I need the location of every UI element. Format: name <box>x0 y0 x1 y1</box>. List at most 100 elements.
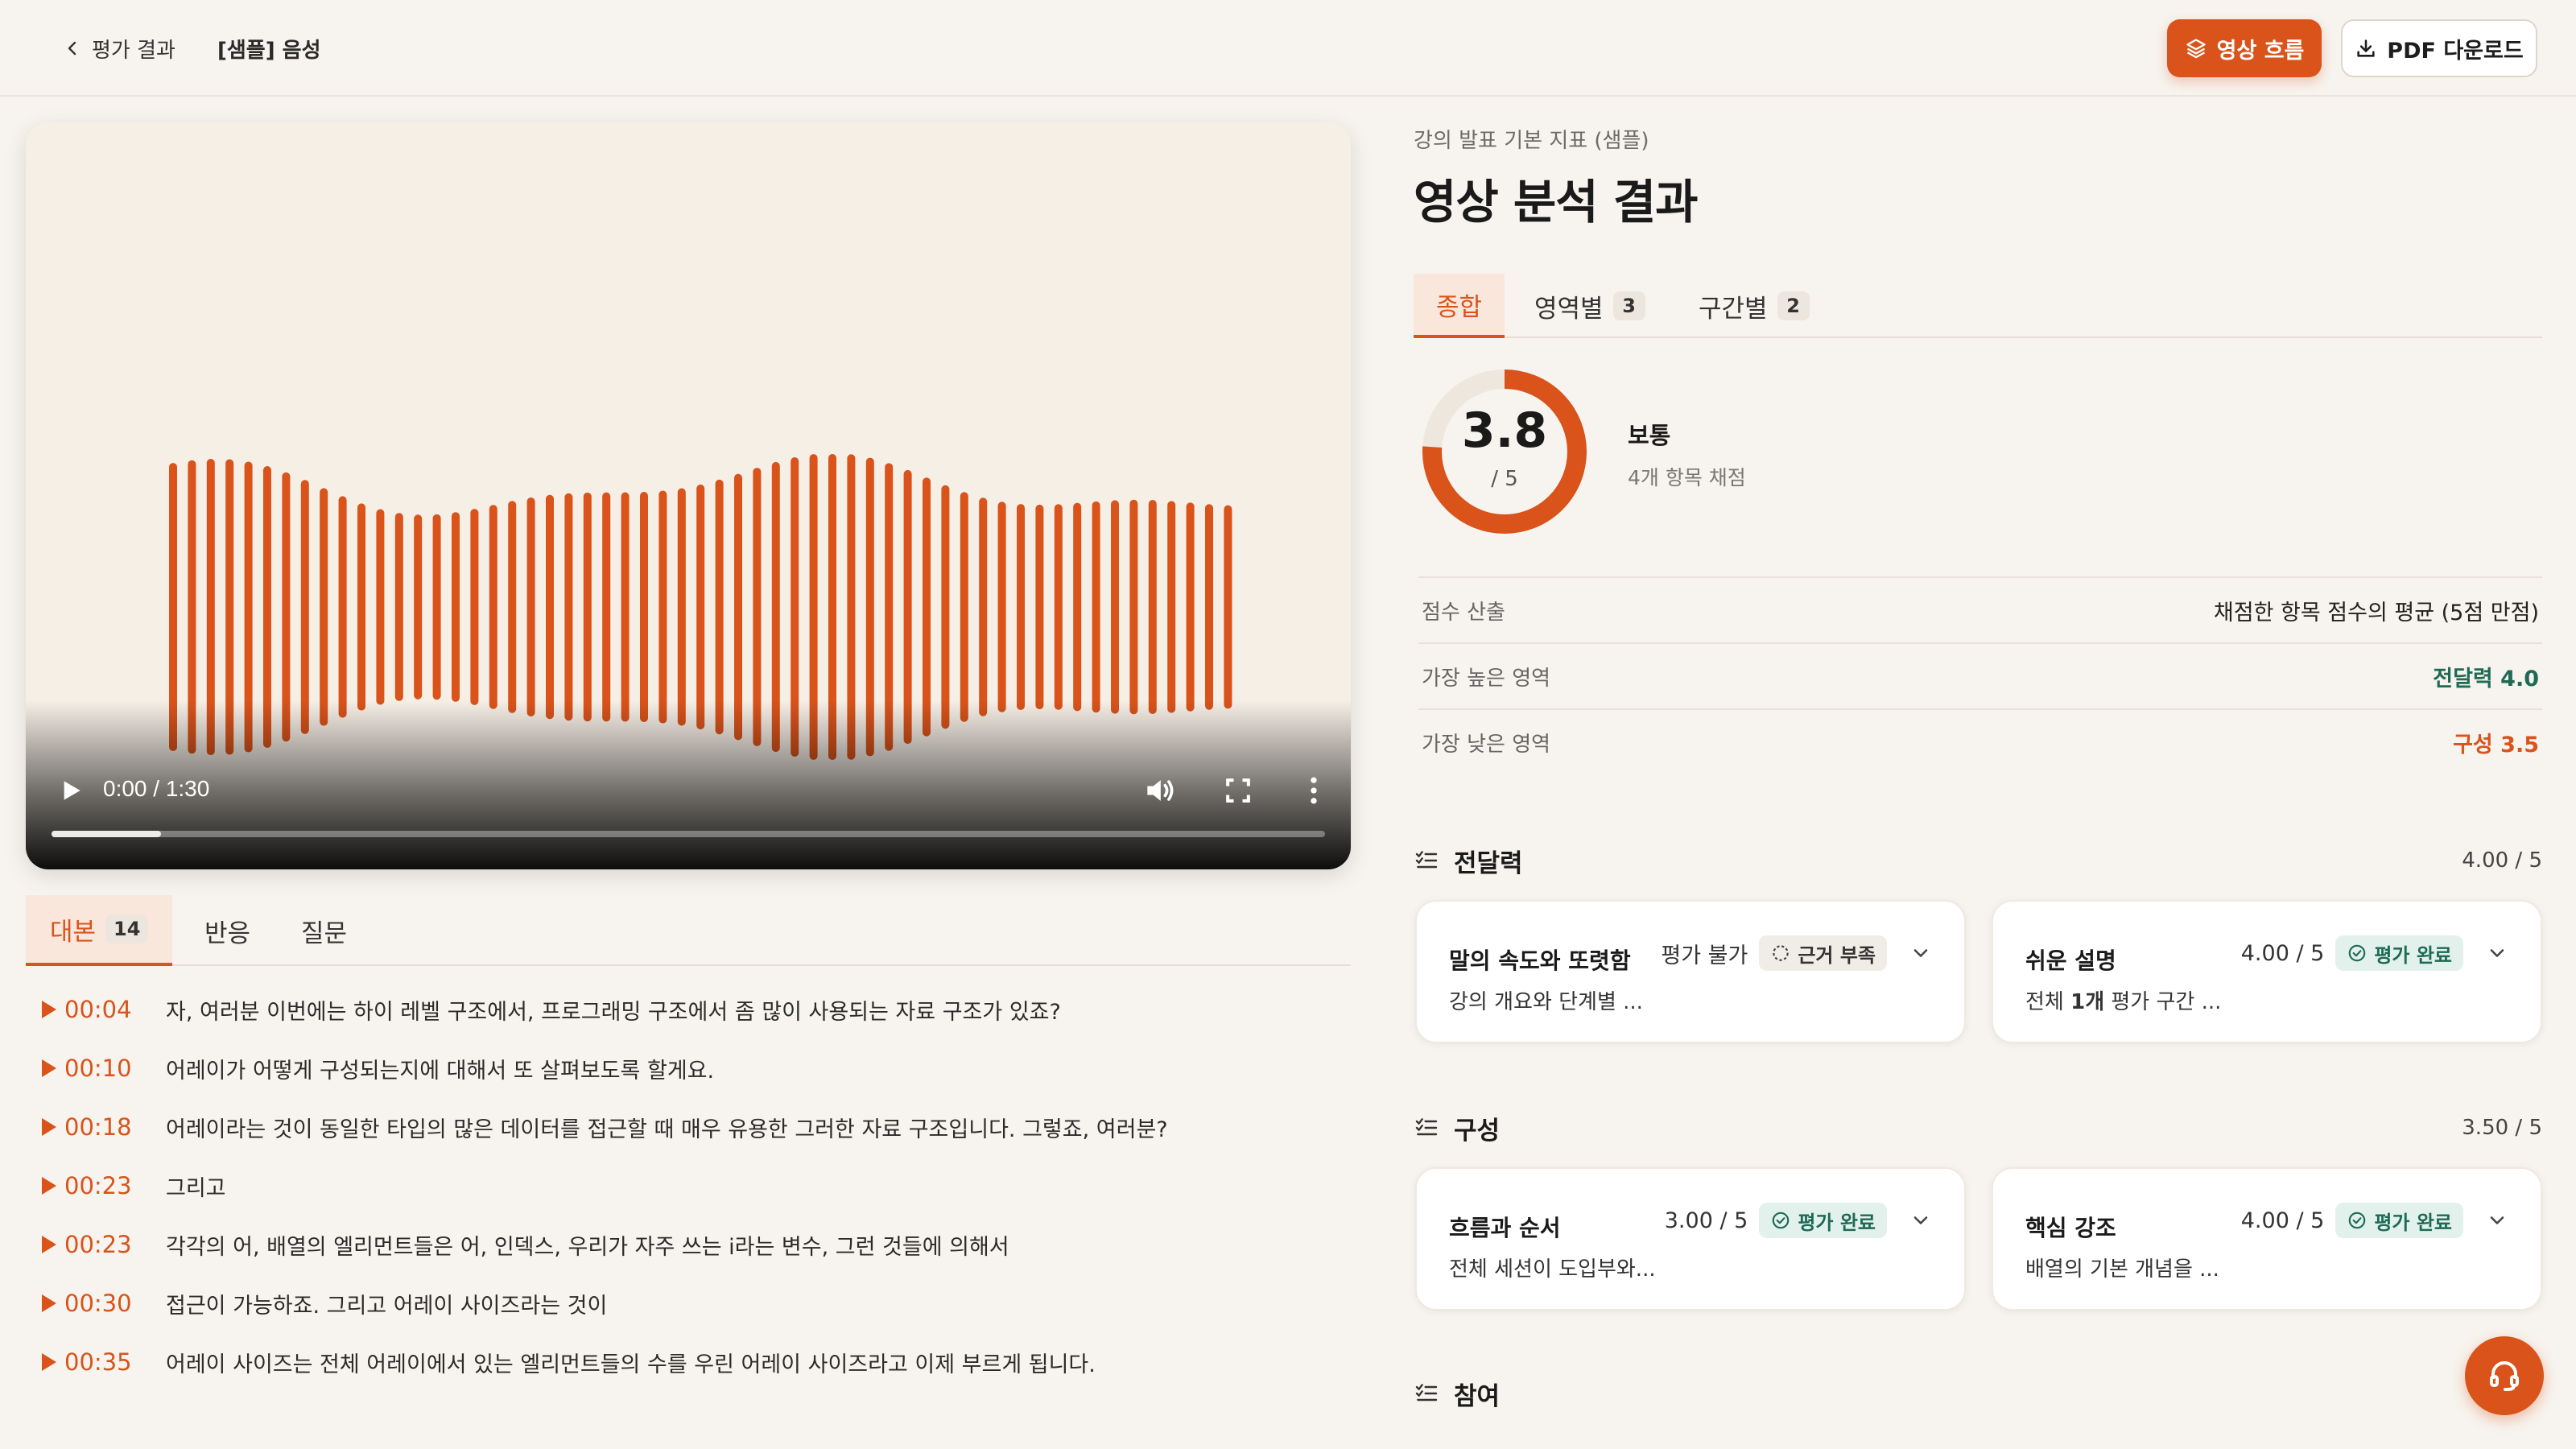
more-options-icon[interactable] <box>1296 773 1331 808</box>
transcript-text: 각각의 어, 배열의 엘리먼트들은 어, 인덱스, 우리가 자주 쓰는 i라는 … <box>166 1234 1009 1260</box>
status-badge: 평가 완료 <box>2335 1203 2463 1238</box>
timestamp-link[interactable]: 00:10 <box>42 1055 155 1082</box>
fullscreen-icon[interactable] <box>1220 773 1256 808</box>
transcript-row: 00:30 접근이 가능하죠. 그리고 어레이 사이즈라는 것이 <box>42 1279 607 1327</box>
tab-by-area[interactable]: 영역별 3 <box>1534 274 1645 338</box>
tab-question-label: 질문 <box>301 919 348 948</box>
play-icon[interactable] <box>55 774 87 807</box>
waveform-bar <box>923 477 931 737</box>
dashed-circle-icon <box>1773 945 1790 961</box>
transcript-text: 어레이라는 것이 동일한 타입의 많은 데이터를 접근할 때 매우 유용한 그러… <box>166 1117 1168 1142</box>
tab-reaction-label: 반응 <box>204 919 251 948</box>
timestamp-link[interactable]: 00:18 <box>42 1113 155 1141</box>
download-icon <box>2357 39 2375 57</box>
tab-overall[interactable]: 종합 <box>1414 274 1505 338</box>
chevron-down-icon[interactable] <box>2486 942 2508 964</box>
timestamp-text: 00:35 <box>64 1348 132 1376</box>
support-chat-button[interactable] <box>2465 1336 2544 1415</box>
video-player[interactable]: 0:00 / 1:30 <box>26 122 1351 869</box>
criteria-desc: 배열의 기본 개념을 ... <box>2025 1257 2219 1282</box>
status-badge: 평가 완료 <box>1759 1203 1887 1238</box>
section-title: 참여 <box>1454 1381 1501 1411</box>
waveform-bar <box>1092 501 1100 713</box>
check-circle-icon <box>2349 1212 2366 1229</box>
summary-row-lowest: 가장 낮은 영역 구성 3.5 <box>1418 708 2542 774</box>
criteria-score: 4.00 / 5 <box>2240 940 2325 966</box>
waveform-bar <box>1148 500 1157 714</box>
seek-bar[interactable] <box>52 831 1325 837</box>
pdf-download-button[interactable]: PDF 다운로드 <box>2341 19 2537 77</box>
section-header-engagement: 참여 <box>1414 1373 2542 1414</box>
criteria-card[interactable]: 말의 속도와 또렷함 평가 불가 근거 부족 강의 개요와 단계별 ... <box>1415 900 1966 1043</box>
layers-icon <box>2186 39 2206 59</box>
waveform-bar <box>1167 501 1176 713</box>
criteria-title: 쉬운 설명 <box>2025 947 2116 974</box>
chevron-down-icon[interactable] <box>1909 942 1932 964</box>
timestamp-text: 00:30 <box>64 1290 132 1317</box>
volume-icon[interactable] <box>1141 773 1177 808</box>
checklist-icon <box>1415 1384 1438 1402</box>
criteria-card[interactable]: 핵심 강조 4.00 / 5 평가 완료 배열의 기본 개념을 ... <box>1992 1167 2542 1311</box>
chevron-down-icon[interactable] <box>1909 1209 1932 1232</box>
tab-question[interactable]: 질문 <box>301 895 347 966</box>
page-title: 영상 분석 결과 <box>1414 175 1699 229</box>
criteria-card[interactable]: 흐름과 순서 3.00 / 5 평가 완료 전체 세션이 도입부와... <box>1415 1167 1966 1311</box>
timestamp-link[interactable]: 00:23 <box>42 1172 155 1199</box>
status-badge-text: 평가 완료 <box>2374 1211 2452 1234</box>
summary-row-label: 가장 낮은 영역 <box>1422 732 1551 757</box>
waveform-bar <box>979 497 988 716</box>
tab-by-segment-count: 2 <box>1777 291 1810 320</box>
transcript-text: 어레이 사이즈는 전체 어레이에서 있는 엘리먼트들의 수를 우린 어레이 사이… <box>166 1352 1096 1377</box>
status-badge: 근거 부족 <box>1759 935 1887 971</box>
grade-sub: 4개 항목 채점 <box>1628 466 1746 489</box>
waveform-bar <box>414 514 423 700</box>
waveform-bar <box>640 492 648 722</box>
play-marker-icon <box>42 1177 56 1195</box>
result-tabs: 종합 영역별 3 구간별 2 <box>1414 274 2542 338</box>
summary-row-value: 채점한 항목 점수의 평균 (5점 만점) <box>2213 600 2539 625</box>
tab-reaction[interactable]: 반응 <box>204 895 250 966</box>
transcript-text: 어레이가 어떻게 구성되는지에 대해서 또 살펴보도록 할게요. <box>166 1058 715 1084</box>
timestamp-text: 00:23 <box>64 1231 132 1258</box>
criteria-desc: 강의 개요와 단계별 ... <box>1449 990 1643 1014</box>
waveform-bar <box>470 509 479 705</box>
tab-by-segment[interactable]: 구간별 2 <box>1699 274 1810 338</box>
summary-row-label: 점수 산출 <box>1422 600 1505 625</box>
tab-transcript[interactable]: 대본 14 <box>26 895 173 966</box>
waveform-bar <box>1017 504 1025 710</box>
transcript-row: 00:23 각각의 어, 배열의 엘리먼트들은 어, 인덱스, 우리가 자주 쓰… <box>42 1220 1009 1269</box>
report-subtitle: 강의 발표 기본 지표 (샘플) <box>1414 129 1649 153</box>
check-circle-icon <box>2349 944 2366 962</box>
timestamp-link[interactable]: 00:30 <box>42 1290 155 1317</box>
waveform-bar <box>1073 502 1082 712</box>
waveform-bar <box>300 480 309 734</box>
section-header-structure: 구성 3.50 / 5 <box>1414 1108 2542 1148</box>
waveform-bar <box>715 479 724 735</box>
transcript-list: 00:04 자, 여러분 이번에는 하이 레벨 구조에서, 프로그래밍 구조에서… <box>26 985 1351 1449</box>
waveform-bar <box>546 494 554 720</box>
checklist-icon <box>1415 1118 1438 1136</box>
back-link[interactable]: 평가 결과 <box>63 32 175 64</box>
criteria-card[interactable]: 쉬운 설명 4.00 / 5 평가 완료 전체 1개 평가 구간 ... <box>1992 900 2542 1043</box>
headset-icon <box>2490 1361 2519 1391</box>
chevron-down-icon[interactable] <box>2486 1209 2508 1232</box>
waveform-bar <box>1129 499 1138 715</box>
timestamp-link[interactable]: 00:04 <box>42 996 155 1023</box>
summary-row-value: 전달력 4.0 <box>2433 666 2539 691</box>
timestamp-link[interactable]: 00:35 <box>42 1348 155 1376</box>
waveform-bar <box>997 502 1006 712</box>
waveform-bar <box>320 488 328 726</box>
waveform-bar <box>526 497 535 716</box>
chevron-left-icon <box>68 41 76 56</box>
video-flow-button[interactable]: 영상 흐름 <box>2167 19 2322 77</box>
waveform-bar <box>564 493 573 721</box>
waveform-bar <box>452 512 460 702</box>
waveform-bar <box>1035 504 1044 710</box>
waveform-bar <box>696 484 705 730</box>
timestamp-link[interactable]: 00:23 <box>42 1231 155 1258</box>
page-breadcrumb-title: [샘플] 음성 <box>217 38 321 63</box>
overall-score-max: / 5 <box>1491 467 1518 491</box>
transcript-row: 00:18 어레이라는 것이 동일한 타입의 많은 데이터를 접근할 때 매우 … <box>42 1103 1168 1151</box>
waveform-bar <box>338 496 347 718</box>
summary-row-value: 구성 3.5 <box>2453 732 2539 758</box>
